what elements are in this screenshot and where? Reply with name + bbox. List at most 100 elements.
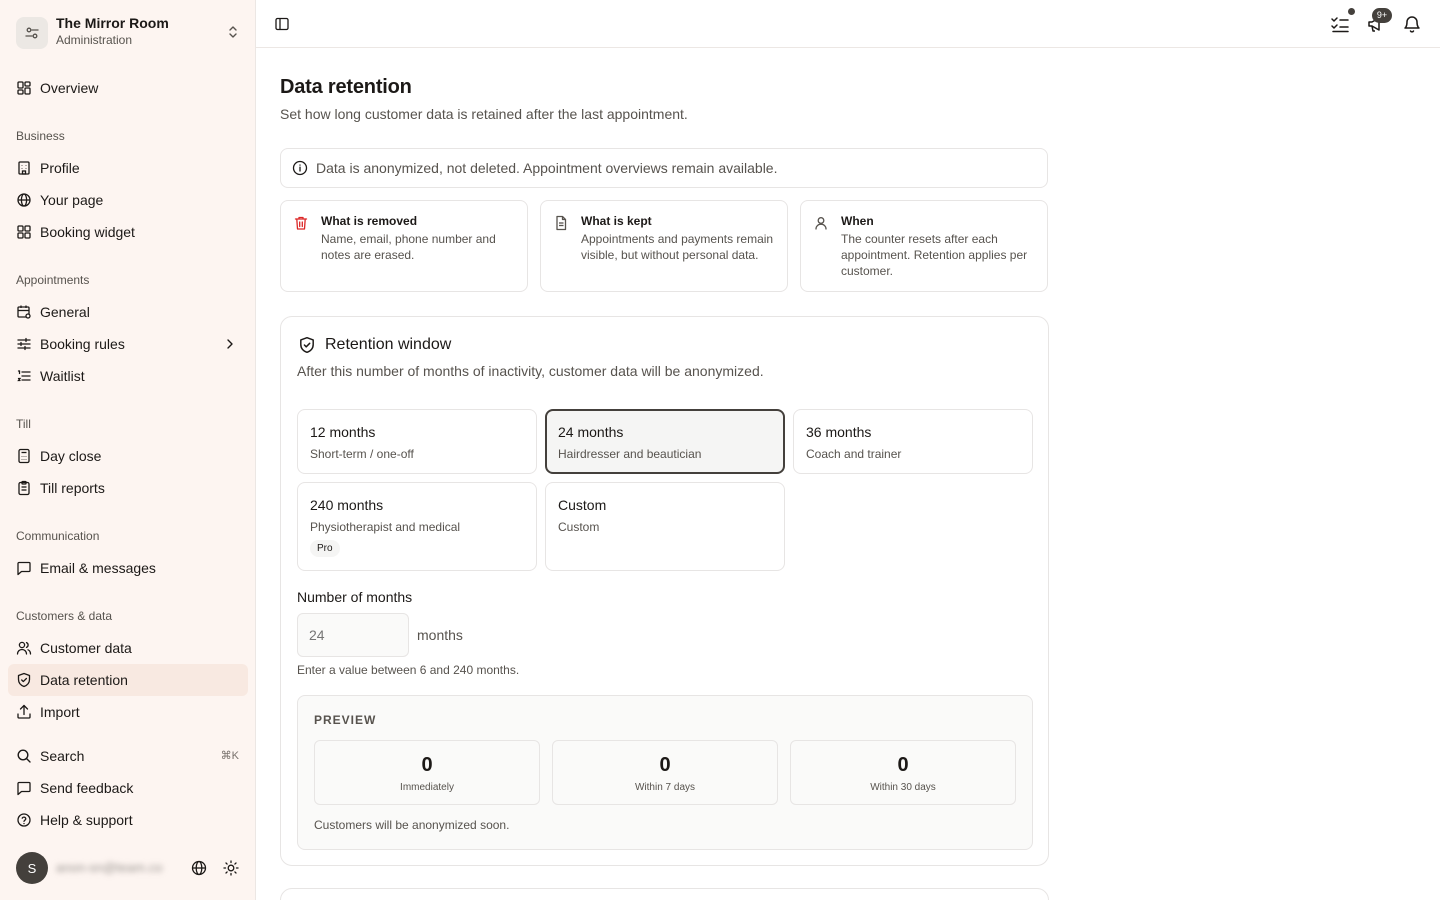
language-globe-icon[interactable]: [191, 860, 207, 876]
messages-badge: 9+: [1372, 8, 1392, 23]
months-unit: months: [417, 627, 463, 643]
option-subtitle: Hairdresser and beautician: [558, 447, 702, 461]
file-icon: [553, 215, 569, 231]
option-12-months[interactable]: 12 months Short-term / one-off: [297, 409, 537, 474]
months-input[interactable]: [297, 613, 409, 657]
sidebar-item-label: Email & messages: [40, 560, 156, 576]
sidebar-item-help-support[interactable]: Help & support: [8, 804, 248, 836]
sidebar-item-profile[interactable]: Profile: [8, 152, 248, 184]
preview-note: Customers will be anonymized soon.: [314, 818, 510, 832]
calculator-icon: [16, 448, 32, 464]
option-subtitle: Custom: [558, 520, 600, 534]
tasks-icon[interactable]: [1330, 14, 1350, 34]
option-subtitle: Coach and trainer: [806, 447, 902, 461]
workspace-switcher[interactable]: The Mirror Room Administration: [8, 8, 248, 56]
sidebar-item-label: Data retention: [40, 672, 128, 688]
sidebar-item-label: Customer data: [40, 640, 132, 656]
sidebar-item-till-reports[interactable]: Till reports: [8, 472, 248, 504]
chevrons-up-down-icon: [226, 24, 240, 40]
option-24-months[interactable]: 24 months Hairdresser and beautician: [545, 409, 785, 474]
sidebar-item-booking-rules[interactable]: Booking rules: [8, 328, 248, 360]
option-36-months[interactable]: 36 months Coach and trainer: [793, 409, 1033, 474]
stat-within-7-days: 0 Within 7 days: [552, 740, 778, 805]
stat-value: 0: [659, 754, 671, 776]
sidebar-item-label: Search: [40, 748, 85, 764]
theme-sun-icon[interactable]: [223, 860, 239, 876]
sidebar-item-your-page[interactable]: Your page: [8, 184, 248, 216]
stat-label: Within 30 days: [870, 782, 936, 793]
next-section-card: [280, 888, 1049, 900]
info-notice: Data is anonymized, not deleted. Appoint…: [280, 148, 1048, 188]
sidebar-item-label: Booking rules: [40, 336, 125, 352]
group-label-business: Business: [16, 129, 65, 143]
option-custom[interactable]: Custom Custom: [545, 482, 785, 571]
brand-logo: [16, 17, 48, 49]
sidebar-toggle-icon[interactable]: [274, 16, 290, 32]
keyboard-shortcut: ⌘K: [220, 750, 239, 762]
main-content: Data retention Set how long customer dat…: [280, 48, 1440, 900]
stat-within-30-days: 0 Within 30 days: [790, 740, 1016, 805]
sidebar-item-search[interactable]: Search ⌘K: [8, 740, 248, 772]
grid-icon: [16, 224, 32, 240]
tasks-indicator-dot: [1347, 7, 1356, 16]
sidebar-item-label: Overview: [40, 80, 99, 96]
option-subtitle: Physiotherapist and medical: [310, 520, 461, 534]
info-card-description: The counter resets after each appointmen…: [841, 232, 1028, 278]
sidebar-item-label: Waitlist: [40, 368, 85, 384]
brand-name: The Mirror Room: [56, 15, 169, 31]
info-card-title: What is removed: [321, 214, 418, 228]
message-square-icon: [16, 560, 32, 576]
group-label-communication: Communication: [16, 529, 100, 543]
sidebar-item-waitlist[interactable]: Waitlist: [8, 360, 248, 392]
sidebar-item-booking-widget[interactable]: Booking widget: [8, 216, 248, 248]
retention-title: Retention window: [325, 336, 452, 353]
sidebar-item-general[interactable]: General: [8, 296, 248, 328]
clipboard-list-icon: [16, 480, 32, 496]
preview-panel: PREVIEW 0 Immediately 0 Within 7 days 0 …: [297, 695, 1033, 850]
option-title: 240 months: [310, 497, 384, 513]
sidebar-item-label: Your page: [40, 192, 104, 208]
search-icon: [16, 748, 32, 764]
sidebar-item-data-retention[interactable]: Data retention: [8, 664, 248, 696]
info-card-title: When: [841, 214, 874, 228]
upload-icon: [16, 704, 32, 720]
brand-subtitle: Administration: [56, 33, 133, 47]
pro-badge: Pro: [310, 540, 340, 557]
help-circle-icon: [16, 812, 32, 828]
stat-immediately: 0 Immediately: [314, 740, 540, 805]
calendar-cog-icon: [16, 304, 32, 320]
group-label-customers: Customers & data: [16, 609, 113, 623]
sidebar-item-label: Profile: [40, 160, 80, 176]
info-card-removed: What is removed Name, email, phone numbe…: [280, 200, 528, 292]
message-square-icon: [16, 780, 32, 796]
user-menu[interactable]: S anon-sn@team.co: [16, 852, 248, 884]
sidebar-item-email-messages[interactable]: Email & messages: [8, 552, 248, 584]
sidebar-item-day-close[interactable]: Day close: [8, 440, 248, 472]
trash-icon: [293, 215, 309, 231]
option-title: Custom: [558, 497, 607, 513]
stat-label: Within 7 days: [634, 782, 696, 793]
sidebar-item-customer-data[interactable]: Customer data: [8, 632, 248, 664]
info-icon: [292, 160, 308, 176]
sidebar-item-send-feedback[interactable]: Send feedback: [8, 772, 248, 804]
option-title: 24 months: [558, 424, 624, 440]
sidebar: The Mirror Room Administration Overview …: [0, 0, 256, 900]
months-label: Number of months: [297, 589, 413, 605]
sidebar-item-import[interactable]: Import: [8, 696, 248, 728]
option-title: 36 months: [806, 424, 872, 440]
sliders-horizontal-icon: [16, 336, 32, 352]
sidebar-item-label: Help & support: [40, 812, 133, 828]
info-card-when: When The counter resets after each appoi…: [800, 200, 1048, 292]
user-email: anon-sn@team.co: [56, 860, 163, 875]
bell-icon[interactable]: [1402, 14, 1422, 34]
sidebar-item-overview[interactable]: Overview: [8, 72, 248, 104]
retention-window-card: Retention window After this number of mo…: [280, 316, 1049, 866]
sidebar-item-label: Import: [40, 704, 80, 720]
sidebar-item-label: General: [40, 304, 90, 320]
notice-text: Data is anonymized, not deleted. Appoint…: [316, 160, 778, 176]
group-label-till: Till: [16, 417, 31, 431]
stat-value: 0: [421, 754, 433, 776]
avatar[interactable]: S: [16, 852, 48, 884]
months-hint: Enter a value between 6 and 240 months.: [297, 663, 520, 677]
option-240-months[interactable]: 240 months Physiotherapist and medical P…: [297, 482, 537, 571]
